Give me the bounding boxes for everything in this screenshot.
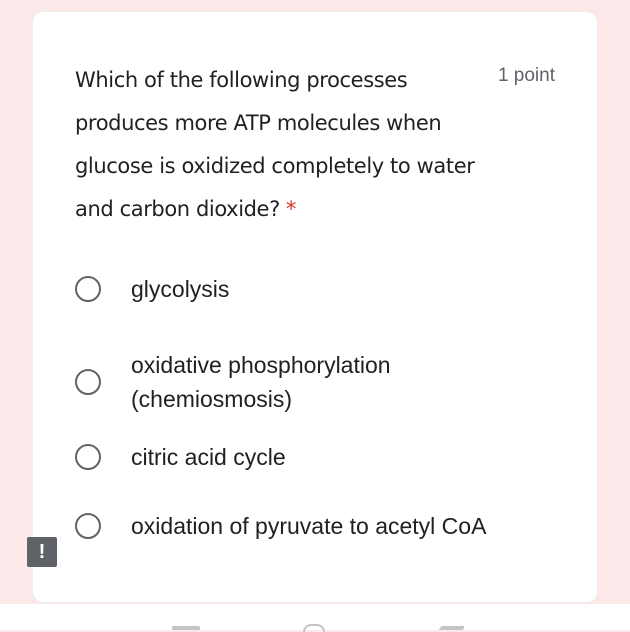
option-label: citric acid cycle <box>131 444 286 470</box>
radio-button[interactable] <box>75 444 101 470</box>
option-glycolysis[interactable]: glycolysis <box>75 272 229 306</box>
option-oxidative-phosphorylation[interactable]: oxidative phosphorylation (chemiosmosis) <box>75 348 391 416</box>
recents-icon[interactable] <box>172 626 200 630</box>
system-nav-bar <box>0 604 630 632</box>
question-text: Which of the following processes produce… <box>75 59 485 231</box>
radio-button[interactable] <box>75 276 101 302</box>
option-label: glycolysis <box>131 276 230 302</box>
alert-icon[interactable]: ! <box>27 537 57 567</box>
points-label: 1 point <box>497 65 555 86</box>
question-card: Which of the following processes produce… <box>33 12 597 602</box>
option-label: oxidation of pyruvate to acetyl CoA <box>131 513 487 539</box>
question-label: Which of the following processes produce… <box>75 68 475 221</box>
radio-button[interactable] <box>75 513 101 539</box>
option-citric-acid-cycle[interactable]: citric acid cycle <box>75 440 286 474</box>
back-icon[interactable] <box>438 626 466 630</box>
radio-button[interactable] <box>75 369 101 395</box>
home-icon[interactable] <box>303 624 325 632</box>
option-label: oxidative phosphorylation (chemiosmosis) <box>131 352 391 412</box>
required-marker: * <box>285 197 297 221</box>
option-pyruvate-oxidation[interactable]: oxidation of pyruvate to acetyl CoA <box>75 509 486 543</box>
